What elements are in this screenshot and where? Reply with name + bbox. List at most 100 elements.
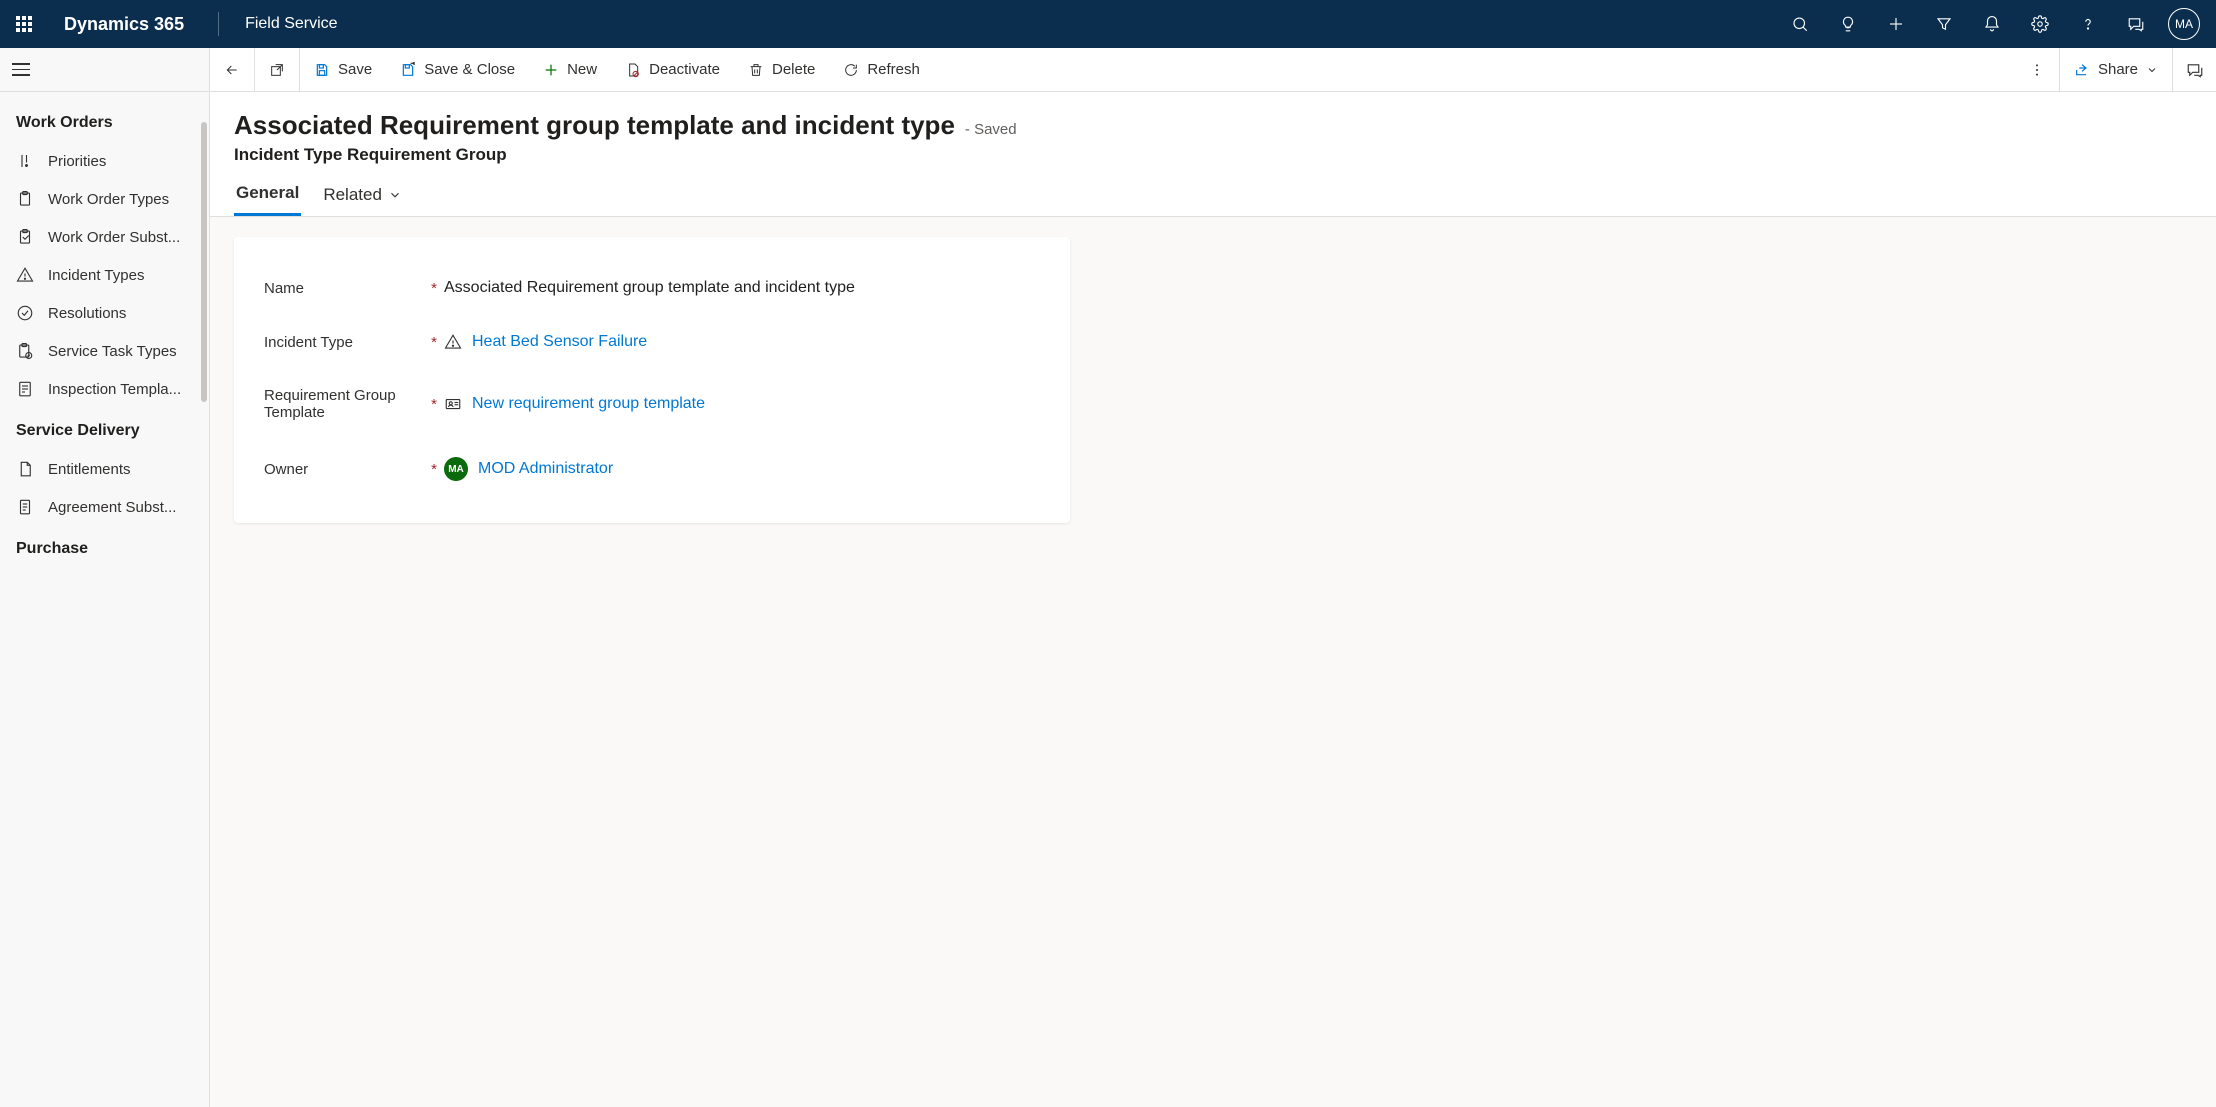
header-divider bbox=[218, 12, 219, 36]
new-button[interactable]: New bbox=[529, 48, 611, 91]
assistant-panel-button[interactable] bbox=[2172, 48, 2216, 91]
chevron-down-icon bbox=[388, 188, 402, 202]
app-name-label[interactable]: Field Service bbox=[245, 15, 337, 33]
incident-type-lookup[interactable]: Heat Bed Sensor Failure bbox=[472, 333, 647, 351]
settings-button[interactable] bbox=[2016, 0, 2064, 48]
sidebar-item-work-order-types[interactable]: Work Order Types bbox=[0, 180, 209, 218]
chevron-down-icon bbox=[2146, 64, 2158, 76]
sidebar-item-priorities[interactable]: Priorities bbox=[0, 142, 209, 180]
command-bar: Save Save & Close New Deactivate Delete bbox=[210, 48, 2216, 92]
new-label: New bbox=[567, 61, 597, 78]
popout-icon bbox=[269, 62, 285, 78]
field-label: Incident Type bbox=[264, 334, 424, 351]
share-button[interactable]: Share bbox=[2060, 48, 2172, 91]
sidebar-scrollbar[interactable] bbox=[201, 122, 207, 402]
main-content: Save Save & Close New Deactivate Delete bbox=[210, 48, 2216, 1107]
sidebar-item-work-order-substatuses[interactable]: Work Order Subst... bbox=[0, 218, 209, 256]
assistant-header-button[interactable] bbox=[2112, 0, 2160, 48]
sidebar-item-inspection-templates[interactable]: Inspection Templa... bbox=[0, 370, 209, 408]
sidebar-item-label: Entitlements bbox=[48, 461, 131, 478]
required-indicator: * bbox=[424, 280, 444, 297]
required-indicator: * bbox=[424, 396, 444, 413]
save-button[interactable]: Save bbox=[300, 48, 386, 91]
field-requirement-group-template: Requirement Group Template * New require… bbox=[264, 369, 1040, 439]
header-left: Dynamics 365 Field Service bbox=[8, 8, 338, 40]
share-icon bbox=[2074, 62, 2090, 78]
form-body: Name * Associated Requirement group temp… bbox=[210, 217, 2216, 1107]
field-name: Name * Associated Requirement group temp… bbox=[264, 261, 1040, 315]
field-value[interactable]: Heat Bed Sensor Failure bbox=[444, 333, 1040, 351]
document-icon bbox=[16, 460, 34, 478]
search-button[interactable] bbox=[1776, 0, 1824, 48]
app-launcher-button[interactable] bbox=[8, 8, 40, 40]
sidebar-toggle-button[interactable] bbox=[12, 58, 36, 82]
deactivate-button[interactable]: Deactivate bbox=[611, 48, 734, 91]
filter-button[interactable] bbox=[1920, 0, 1968, 48]
warning-icon bbox=[16, 266, 34, 284]
tab-related[interactable]: Related bbox=[321, 183, 404, 216]
refresh-label: Refresh bbox=[867, 61, 920, 78]
sidebar-item-label: Resolutions bbox=[48, 305, 126, 322]
save-close-label: Save & Close bbox=[424, 61, 515, 78]
check-circle-icon bbox=[16, 304, 34, 322]
clipboard-edit-icon bbox=[16, 228, 34, 246]
deactivate-label: Deactivate bbox=[649, 61, 720, 78]
help-icon bbox=[2079, 15, 2097, 33]
refresh-button[interactable]: Refresh bbox=[829, 48, 934, 91]
plus-icon bbox=[543, 62, 559, 78]
sidebar-item-label: Work Order Subst... bbox=[48, 229, 180, 246]
req-group-template-lookup[interactable]: New requirement group template bbox=[472, 395, 705, 413]
form-tabs: General Related bbox=[210, 165, 2216, 217]
task-icon bbox=[16, 342, 34, 360]
sidebar-toggle-row bbox=[0, 48, 209, 92]
waffle-icon bbox=[16, 16, 32, 32]
sidebar-item-service-task-types[interactable]: Service Task Types bbox=[0, 332, 209, 370]
help-button[interactable] bbox=[2064, 0, 2112, 48]
delete-button[interactable]: Delete bbox=[734, 48, 829, 91]
field-value[interactable]: Associated Requirement group template an… bbox=[444, 279, 1040, 297]
nav-group-service-delivery: Service Delivery bbox=[0, 408, 209, 450]
header-right: MA bbox=[1776, 0, 2208, 48]
command-overflow-button[interactable] bbox=[2015, 62, 2059, 78]
required-indicator: * bbox=[424, 461, 444, 478]
open-new-window-button[interactable] bbox=[255, 48, 299, 91]
tab-general[interactable]: General bbox=[234, 183, 301, 216]
chat-icon bbox=[2186, 61, 2204, 79]
sidebar-item-incident-types[interactable]: Incident Types bbox=[0, 256, 209, 294]
user-avatar: MA bbox=[2168, 8, 2200, 40]
notifications-button[interactable] bbox=[1968, 0, 2016, 48]
owner-lookup[interactable]: MOD Administrator bbox=[478, 460, 613, 478]
lightbulb-icon bbox=[1839, 15, 1857, 33]
delete-label: Delete bbox=[772, 61, 815, 78]
sidebar-item-resolutions[interactable]: Resolutions bbox=[0, 294, 209, 332]
gear-icon bbox=[2031, 15, 2049, 33]
save-close-icon bbox=[400, 62, 416, 78]
bell-icon bbox=[1983, 15, 2001, 33]
entity-name: Incident Type Requirement Group bbox=[234, 145, 2192, 165]
sidebar-item-label: Agreement Subst... bbox=[48, 499, 176, 516]
sidebar-item-agreement-substatuses[interactable]: Agreement Subst... bbox=[0, 488, 209, 526]
user-avatar-button[interactable]: MA bbox=[2160, 0, 2208, 48]
field-incident-type: Incident Type * Heat Bed Sensor Failure bbox=[264, 315, 1040, 369]
add-button[interactable] bbox=[1872, 0, 1920, 48]
save-close-button[interactable]: Save & Close bbox=[386, 48, 529, 91]
back-button[interactable] bbox=[210, 48, 254, 91]
sidebar: Work Orders Priorities Work Order Types … bbox=[0, 48, 210, 1107]
field-owner: Owner * MA MOD Administrator bbox=[264, 439, 1040, 499]
field-label: Name bbox=[264, 280, 424, 297]
insights-button[interactable] bbox=[1824, 0, 1872, 48]
field-value[interactable]: New requirement group template bbox=[444, 395, 1040, 413]
sidebar-item-label: Work Order Types bbox=[48, 191, 169, 208]
deactivate-icon bbox=[625, 62, 641, 78]
tab-label: General bbox=[236, 183, 299, 203]
field-value[interactable]: MA MOD Administrator bbox=[444, 457, 1040, 481]
record-status: - Saved bbox=[965, 121, 1017, 138]
sidebar-scroll[interactable]: Work Orders Priorities Work Order Types … bbox=[0, 92, 209, 1107]
inspection-icon bbox=[16, 380, 34, 398]
global-header: Dynamics 365 Field Service MA bbox=[0, 0, 2216, 48]
field-label: Requirement Group Template bbox=[264, 387, 424, 421]
brand-label[interactable]: Dynamics 365 bbox=[56, 14, 192, 35]
field-label: Owner bbox=[264, 461, 424, 478]
document-lines-icon bbox=[16, 498, 34, 516]
sidebar-item-entitlements[interactable]: Entitlements bbox=[0, 450, 209, 488]
